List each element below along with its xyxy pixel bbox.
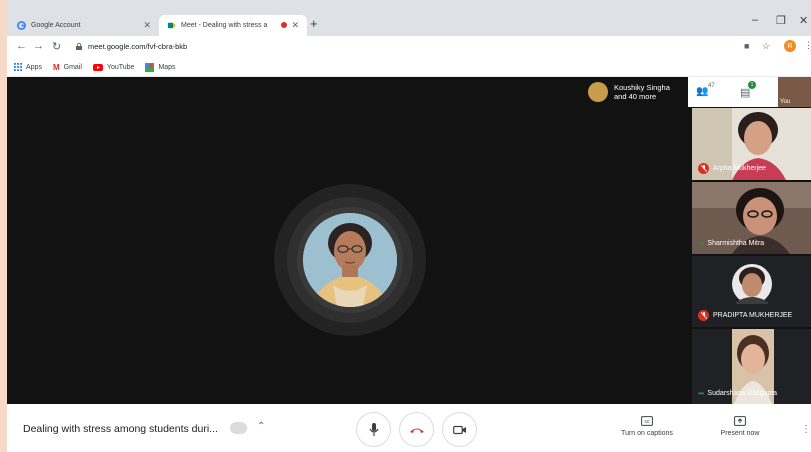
participant-name-row: PRADIPTA MUKHERJEE xyxy=(698,310,792,321)
participant-name: PRADIPTA MUKHERJEE xyxy=(713,312,793,319)
gmail-icon: M xyxy=(52,62,60,72)
present-label: Present now xyxy=(720,430,760,437)
self-label: You xyxy=(780,99,791,105)
new-tab-button[interactable]: + xyxy=(310,16,318,31)
video-camera-icon xyxy=(452,425,466,434)
lock-icon xyxy=(76,43,82,50)
window-close-icon[interactable]: ✕ xyxy=(799,14,808,27)
restore-icon[interactable]: ❐ xyxy=(776,14,786,27)
svg-text:cc: cc xyxy=(645,419,651,425)
speaking-indicator-icon: ••• xyxy=(698,239,704,248)
participant-name-row: ••• Sudarshana Dasgupta xyxy=(698,389,777,398)
bookmarks-bar: Apps M Gmail YouTube Maps xyxy=(7,58,811,77)
mic-button[interactable] xyxy=(356,412,391,447)
participant-tile[interactable]: PRADIPTA MUKHERJEE xyxy=(692,256,811,327)
participant-name: Sudarshana Dasgupta xyxy=(707,390,778,397)
tab-meet[interactable]: Meet - Dealing with stress a ✕ xyxy=(159,15,307,36)
tab-title: Google Account xyxy=(31,22,81,29)
meeting-title[interactable]: Dealing with stress among students duri.… xyxy=(23,423,218,435)
present-button[interactable]: Present now xyxy=(705,416,775,437)
camera-in-use-icon[interactable]: ■ xyxy=(744,41,749,51)
bookmark-label: YouTube xyxy=(106,63,135,71)
participant-avatar xyxy=(588,82,608,102)
participant-name-row: ••• Sharmishtha Mitra xyxy=(698,239,764,248)
url-text: meet.google.com/fvf-cbra-bkb xyxy=(88,42,188,51)
self-view-tile[interactable]: You xyxy=(778,77,811,107)
bookmark-gmail[interactable]: M Gmail xyxy=(53,63,82,72)
end-call-icon xyxy=(409,428,424,433)
minimize-icon[interactable]: – xyxy=(752,14,758,26)
participant-tile[interactable]: Arpita Mukherjee xyxy=(692,108,811,180)
bookmark-youtube[interactable]: YouTube xyxy=(92,63,135,71)
youtube-icon xyxy=(92,63,103,71)
more-options-icon[interactable]: ⋮ xyxy=(801,424,811,435)
captions-button[interactable]: cc Turn on captions xyxy=(612,416,682,437)
bookmark-label: Maps xyxy=(158,63,176,71)
camera-button[interactable] xyxy=(442,412,477,447)
mic-off-icon xyxy=(698,310,709,321)
participant-name-row: Arpita Mukherjee xyxy=(698,163,766,174)
apps-grid-icon xyxy=(14,63,22,71)
maps-icon xyxy=(145,62,155,72)
browser-window: Google Account ✕ Meet - Dealing with str… xyxy=(7,0,811,452)
meet-icon xyxy=(167,21,176,30)
participant-tile[interactable]: ••• Sharmishtha Mitra xyxy=(692,182,811,254)
back-icon[interactable]: ← xyxy=(16,40,27,52)
browser-toolbar: ← → ↻ meet.google.com/fvf-cbra-bkb ■ ☆ R… xyxy=(7,36,811,58)
star-icon[interactable]: ☆ xyxy=(762,41,770,52)
profile-avatar[interactable]: R xyxy=(784,40,796,52)
address-bar[interactable]: meet.google.com/fvf-cbra-bkb xyxy=(67,38,747,55)
bookmark-apps[interactable]: Apps xyxy=(14,63,42,71)
meeting-top-panel: 👥 47 ▤ 1 You xyxy=(688,77,811,107)
participants-line-2: and 40 more xyxy=(614,92,657,101)
mic-off-icon xyxy=(698,163,709,174)
present-screen-icon xyxy=(734,416,746,426)
microphone-icon xyxy=(369,422,378,436)
participant-name: Sharmishtha Mitra xyxy=(707,240,765,247)
speaker-avatar xyxy=(303,213,397,307)
bookmark-maps[interactable]: Maps xyxy=(145,62,176,72)
forward-icon[interactable]: → xyxy=(33,40,44,52)
close-icon[interactable]: ✕ xyxy=(291,20,299,31)
google-icon xyxy=(17,21,26,30)
recording-icon xyxy=(281,22,287,28)
captions-label: Turn on captions xyxy=(621,430,673,437)
tab-title: Meet - Dealing with stress a xyxy=(181,22,268,29)
meet-bottom-bar: Dealing with stress among students duri.… xyxy=(7,404,811,452)
chat-badge: 1 xyxy=(748,81,756,89)
people-count: 47 xyxy=(708,83,715,89)
participant-name: Arpita Mukherjee xyxy=(713,165,766,172)
participants-summary[interactable]: Koushiky Singha and 40 more xyxy=(584,77,688,107)
captions-icon: cc xyxy=(641,416,653,426)
meeting-details-icon[interactable] xyxy=(230,422,247,434)
people-icon[interactable]: 👥 xyxy=(696,86,708,97)
bookmark-label: Gmail xyxy=(63,63,82,71)
participants-line-1: Koushiky Singha xyxy=(614,83,670,92)
end-call-button[interactable] xyxy=(399,412,434,447)
tab-google-account[interactable]: Google Account ✕ xyxy=(9,15,159,36)
tab-strip: Google Account ✕ Meet - Dealing with str… xyxy=(7,0,811,36)
bookmark-label: Apps xyxy=(26,63,42,71)
browser-menu-icon[interactable]: ⋮ xyxy=(804,40,811,51)
reload-icon[interactable]: ↻ xyxy=(52,40,61,53)
chevron-up-icon[interactable]: ⌃ xyxy=(257,421,265,432)
participant-tile[interactable]: ••• Sudarshana Dasgupta xyxy=(692,329,811,404)
speaking-indicator-icon: ••• xyxy=(698,389,704,398)
meet-stage: Koushiky Singha and 40 more 👥 47 ▤ 1 You xyxy=(7,77,811,404)
close-icon[interactable]: ✕ xyxy=(143,20,151,31)
